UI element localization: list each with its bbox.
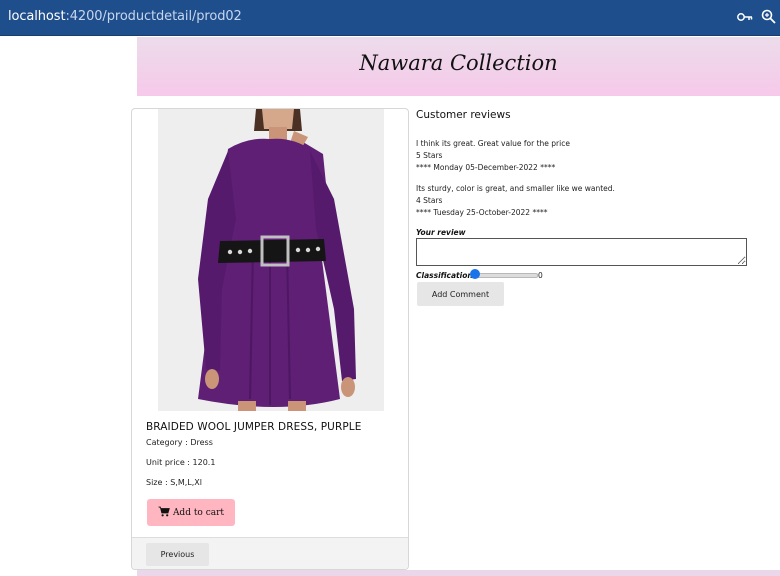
review-text: I think its great. Great value for the p… [416, 139, 570, 148]
zoom-icon[interactable] [760, 8, 778, 26]
product-unit-price: Unit price : 120.1 [146, 458, 216, 467]
your-review-label: Your review [416, 228, 466, 237]
classification-label: Classification [416, 271, 473, 280]
classification-slider[interactable] [473, 273, 538, 278]
product-card: BRAIDED WOOL JUMPER DRESS, PURPLE Catego… [131, 108, 409, 570]
add-to-cart-button[interactable]: Add to cart [147, 499, 235, 526]
card-footer: Previous [132, 537, 408, 569]
cart-icon [158, 506, 170, 520]
brand-title: Nawara Collection [359, 51, 558, 75]
review-date: **** Monday 05-December-2022 **** [416, 163, 556, 172]
previous-button[interactable]: Previous [146, 543, 209, 566]
classification-slider-thumb[interactable] [470, 269, 480, 279]
url-path: :4200/productdetail/prod02 [65, 9, 242, 24]
review-textarea[interactable] [416, 238, 747, 266]
add-to-cart-label: Add to cart [172, 507, 225, 518]
review-date: **** Tuesday 25-October-2022 **** [416, 208, 548, 217]
footer-strip [137, 570, 780, 576]
product-name: BRAIDED WOOL JUMPER DRESS, PURPLE [146, 421, 362, 433]
url-host: localhost [8, 9, 66, 24]
add-comment-button[interactable]: Add Comment [417, 282, 504, 306]
header-banner: Nawara Collection [137, 37, 780, 96]
classification-value: 0 [538, 271, 543, 280]
key-icon[interactable] [736, 8, 754, 26]
review-stars: 4 Stars [416, 196, 443, 205]
url-text[interactable]: localhost:4200/productdetail/prod02 [8, 9, 242, 24]
product-category: Category : Dress [146, 438, 213, 447]
review-stars: 5 Stars [416, 151, 443, 160]
browser-address-bar[interactable]: localhost:4200/productdetail/prod02 [0, 0, 780, 36]
review-text: Its sturdy, color is great, and smaller … [416, 184, 615, 193]
product-photo [158, 109, 384, 411]
reviews-title: Customer reviews [416, 109, 511, 121]
product-size: Size : S,M,L,Xl [146, 478, 202, 487]
